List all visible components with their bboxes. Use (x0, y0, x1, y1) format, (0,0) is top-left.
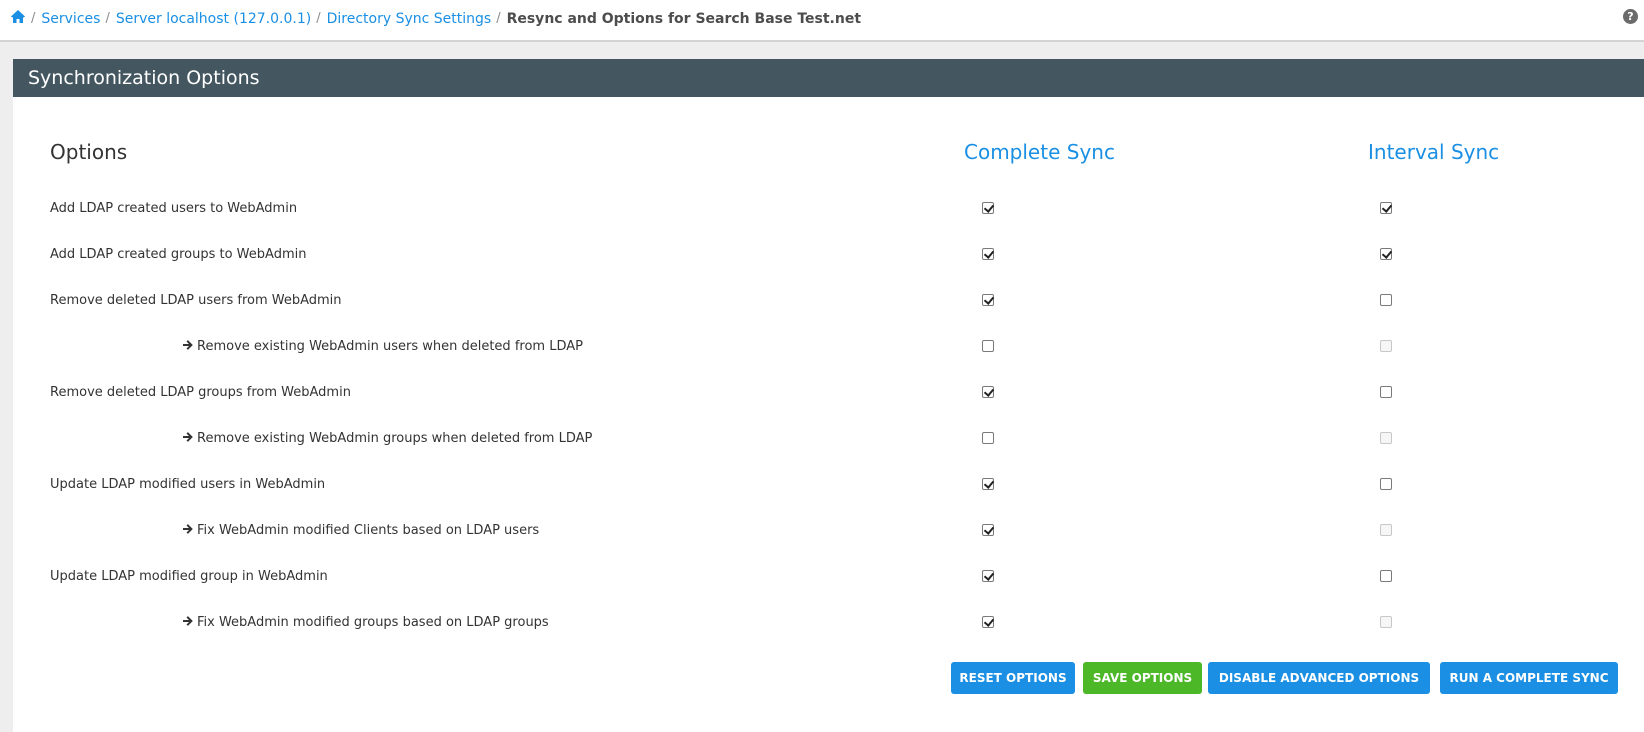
interval-sync-checkbox (1380, 616, 1392, 628)
option-label: Remove existing WebAdmin users when dele… (182, 337, 583, 357)
option-label-text: Remove deleted LDAP groups from WebAdmin (50, 385, 351, 400)
complete-sync-checkbox[interactable] (982, 294, 994, 306)
home-link[interactable] (10, 9, 26, 29)
complete-sync-checkbox[interactable] (982, 478, 994, 490)
option-label: Add LDAP created groups to WebAdmin (50, 245, 306, 265)
option-label-text: Remove existing WebAdmin groups when del… (197, 431, 593, 446)
run-complete-sync-button[interactable]: RUN A COMPLETE SYNC (1440, 662, 1618, 694)
arrow-right-icon (183, 432, 193, 442)
option-row: Remove existing WebAdmin users when dele… (13, 337, 1644, 357)
arrow-right-icon (183, 616, 193, 626)
interval-sync-checkbox (1380, 524, 1392, 536)
breadcrumb-current: Resync and Options for Search Base Test.… (506, 11, 862, 27)
breadcrumb: / Services / Server localhost (127.0.0.1… (10, 9, 861, 29)
option-row: Update LDAP modified users in WebAdmin (13, 475, 1644, 495)
option-row: Add LDAP created users to WebAdmin (13, 199, 1644, 219)
interval-sync-checkbox[interactable] (1380, 386, 1392, 398)
arrow-right-icon (183, 524, 193, 534)
interval-sync-checkbox[interactable] (1380, 202, 1392, 214)
option-label: Remove deleted LDAP users from WebAdmin (50, 291, 342, 311)
complete-sync-checkbox[interactable] (982, 386, 994, 398)
panel-title: Synchronization Options (13, 59, 1644, 97)
option-label: Fix WebAdmin modified Clients based on L… (182, 521, 539, 541)
help-icon[interactable]: ? (1623, 9, 1638, 24)
option-row: Fix WebAdmin modified Clients based on L… (13, 521, 1644, 541)
option-label: Fix WebAdmin modified groups based on LD… (182, 613, 549, 633)
interval-sync-checkbox[interactable] (1380, 478, 1392, 490)
interval-sync-checkbox (1380, 340, 1392, 352)
top-bar: / Services / Server localhost (127.0.0.1… (0, 0, 1644, 42)
option-label: Add LDAP created users to WebAdmin (50, 199, 297, 219)
breadcrumb-services[interactable]: Services (41, 10, 100, 28)
interval-sync-checkbox[interactable] (1380, 570, 1392, 582)
complete-sync-checkbox[interactable] (982, 340, 994, 352)
option-row: Remove deleted LDAP users from WebAdmin (13, 291, 1644, 311)
breadcrumb-separator: / (105, 11, 110, 26)
option-row: Update LDAP modified group in WebAdmin (13, 567, 1644, 587)
option-row: Fix WebAdmin modified groups based on LD… (13, 613, 1644, 633)
interval-sync-checkbox[interactable] (1380, 248, 1392, 260)
complete-sync-checkbox[interactable] (982, 570, 994, 582)
reset-options-button[interactable]: RESET OPTIONS (951, 662, 1075, 694)
breadcrumb-separator: / (496, 11, 501, 26)
breadcrumb-server[interactable]: Server localhost (127.0.0.1) (116, 10, 311, 28)
complete-sync-checkbox[interactable] (982, 248, 994, 260)
option-label-text: Fix WebAdmin modified groups based on LD… (197, 615, 549, 630)
option-label-text: Add LDAP created users to WebAdmin (50, 201, 298, 216)
interval-sync-checkbox[interactable] (1380, 294, 1392, 306)
arrow-right-icon (183, 340, 193, 350)
breadcrumb-separator: / (316, 11, 321, 26)
option-label-text: Remove deleted LDAP users from WebAdmin (50, 293, 342, 308)
save-options-button[interactable]: SAVE OPTIONS (1083, 662, 1202, 694)
breadcrumb-directory-sync[interactable]: Directory Sync Settings (327, 10, 492, 28)
interval-sync-column-heading: Interval Sync (1368, 140, 1500, 164)
option-label: Update LDAP modified group in WebAdmin (50, 567, 328, 587)
complete-sync-checkbox[interactable] (982, 616, 994, 628)
sync-options-panel: Synchronization Options Options Complete… (13, 59, 1644, 732)
option-label-text: Fix WebAdmin modified Clients based on L… (197, 523, 540, 538)
options-column-heading: Options (50, 140, 128, 164)
option-label-text: Remove existing WebAdmin users when dele… (197, 339, 583, 354)
disable-advanced-options-button[interactable]: DISABLE ADVANCED OPTIONS (1208, 662, 1430, 694)
complete-sync-column-heading: Complete Sync (964, 140, 1115, 164)
option-label-text: Update LDAP modified group in WebAdmin (50, 569, 328, 584)
complete-sync-checkbox[interactable] (982, 202, 994, 214)
option-label: Update LDAP modified users in WebAdmin (50, 475, 325, 495)
option-row: Remove deleted LDAP groups from WebAdmin (13, 383, 1644, 403)
option-label-text: Update LDAP modified users in WebAdmin (50, 477, 326, 492)
option-row: Remove existing WebAdmin groups when del… (13, 429, 1644, 449)
interval-sync-checkbox (1380, 432, 1392, 444)
breadcrumb-separator: / (31, 11, 36, 26)
complete-sync-checkbox[interactable] (982, 524, 994, 536)
option-label: Remove existing WebAdmin groups when del… (182, 429, 592, 449)
option-row: Add LDAP created groups to WebAdmin (13, 245, 1644, 265)
option-label: Remove deleted LDAP groups from WebAdmin (50, 383, 351, 403)
option-label-text: Add LDAP created groups to WebAdmin (50, 247, 307, 262)
complete-sync-checkbox[interactable] (982, 432, 994, 444)
home-icon (11, 10, 25, 23)
